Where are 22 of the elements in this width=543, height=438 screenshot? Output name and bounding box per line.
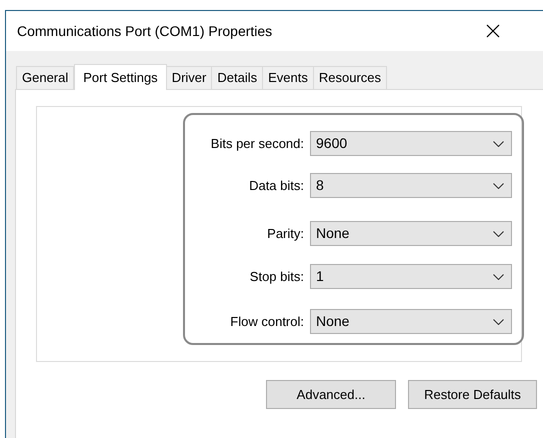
dialog-button[interactable]: Advanced... (266, 380, 396, 409)
chevron-down-icon (493, 140, 504, 146)
dropdown[interactable]: 1 (310, 264, 512, 289)
chevron-down-icon (493, 230, 504, 236)
setting-label: Data bits: (249, 176, 304, 195)
tab[interactable]: Port Settings (74, 64, 167, 90)
chevron-down-icon (493, 274, 504, 280)
chevron-down-icon (493, 182, 504, 188)
window-title: Communications Port (COM1) Properties (17, 22, 272, 41)
dialog-button[interactable]: Restore Defaults (408, 380, 537, 409)
setting-label: Parity: (267, 224, 304, 243)
setting-label: Stop bits: (250, 268, 304, 286)
dropdown[interactable]: None (310, 221, 512, 246)
chevron-down-icon (493, 318, 504, 324)
close-icon[interactable] (486, 24, 500, 38)
dropdown[interactable]: 9600 (310, 131, 512, 156)
tab[interactable]: General (16, 66, 74, 89)
dropdown[interactable]: None (310, 309, 512, 334)
tab[interactable]: Resources (312, 66, 387, 89)
setting-label: Flow control: (230, 312, 304, 331)
dropdown[interactable]: 8 (310, 173, 512, 198)
setting-label: Bits per second: (210, 134, 304, 153)
